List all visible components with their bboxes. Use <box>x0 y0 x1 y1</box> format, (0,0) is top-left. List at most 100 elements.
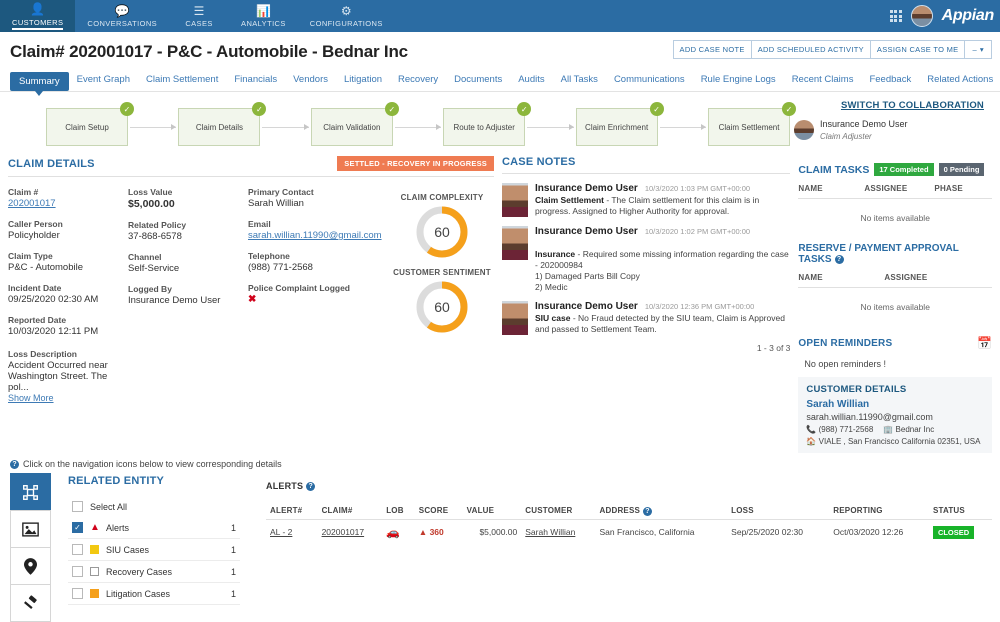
rail-litigation-button[interactable] <box>10 584 51 622</box>
list-item[interactable]: Litigation Cases 1 <box>68 583 240 605</box>
help-icon[interactable]: ? <box>10 459 19 469</box>
tab-related-actions[interactable]: Related Actions <box>919 70 1000 91</box>
milestone-connector <box>659 123 707 130</box>
related-entity-hint: ? Click on the navigation icons below to… <box>0 453 1000 473</box>
tab-rule-engine-logs[interactable]: Rule Engine Logs <box>693 70 784 91</box>
field-label: Claim # <box>8 187 39 197</box>
open-reminders-empty: No open reminders ! <box>804 359 886 369</box>
nav-item-configurations[interactable]: ⚙ CONFIGURATIONS <box>298 0 395 32</box>
show-more-link[interactable]: Show More <box>8 393 128 403</box>
field-label: Caller Person <box>8 219 63 229</box>
cell-alert-number[interactable]: AL - 2 <box>266 519 318 545</box>
tab-recovery[interactable]: Recovery <box>390 70 446 91</box>
list-item[interactable]: Recovery Cases 1 <box>68 561 240 583</box>
check-icon: ✓ <box>782 102 797 116</box>
milestone-claim-validation[interactable]: Claim Validation ✓ <box>310 102 399 146</box>
list-item[interactable]: ✓ ▲ Alerts 1 <box>68 517 240 539</box>
select-all-row[interactable]: Select All <box>68 496 240 517</box>
tab-feedback[interactable]: Feedback <box>861 70 919 91</box>
list-item[interactable]: SIU Cases 1 <box>68 539 240 561</box>
milestone-claim-details[interactable]: Claim Details ✓ <box>178 102 267 146</box>
select-all-checkbox[interactable] <box>72 501 83 512</box>
litigation-cases-checkbox[interactable] <box>72 588 83 599</box>
nav-item-conversations[interactable]: 💬 CONVERSATIONS <box>75 0 169 32</box>
avatar <box>794 120 814 140</box>
assign-case-to-me-button[interactable]: ASSIGN CASE TO ME <box>869 40 966 59</box>
location-pin-icon <box>24 557 37 575</box>
field-email: Email sarah.willian.11990@gmail.com <box>248 219 390 241</box>
col-score[interactable]: SCORE <box>414 503 463 520</box>
recovery-cases-checkbox[interactable] <box>72 566 83 577</box>
tab-all-tasks[interactable]: All Tasks <box>553 70 606 91</box>
nav-item-analytics[interactable]: 📊 ANALYTICS <box>229 0 298 32</box>
field-label: Email <box>248 219 271 229</box>
alerts-checkbox[interactable]: ✓ <box>72 522 83 533</box>
list-item-count: 1 <box>230 588 236 599</box>
building-icon: 🏢 <box>883 425 894 434</box>
note-timestamp: 10/3/2020 12:36 PM GMT+00:00 <box>644 302 755 312</box>
milestone-claim-settlement[interactable]: Claim Settlement ✓ <box>708 102 797 146</box>
table-row[interactable]: AL - 2 202001017 🚗 ▲ 360 $5,000.00 Sarah… <box>266 519 992 545</box>
case-note-item: Insurance Demo User 10/3/2020 1:02 PM GM… <box>502 226 790 292</box>
app-grid-icon[interactable] <box>889 10 902 22</box>
field-incident-date: Incident Date 09/25/2020 02:30 AM <box>8 283 128 305</box>
tab-communications[interactable]: Communications <box>606 70 693 91</box>
col-reporting[interactable]: REPORTING <box>829 503 929 520</box>
tab-claim-settlement[interactable]: Claim Settlement <box>138 70 226 91</box>
tab-summary[interactable]: Summary <box>10 72 69 96</box>
customer-name[interactable]: Sarah Willian <box>806 399 984 410</box>
switch-to-collaboration-link[interactable]: SWITCH TO COLLABORATION <box>794 100 984 111</box>
score-value: ▲ 360 <box>418 527 444 538</box>
reserve-tasks-title: RESERVE / PAYMENT APPROVAL TASKS? <box>798 243 992 265</box>
top-navigation-bar: 👤 CUSTOMERS 💬 CONVERSATIONS ☰ CASES 📊 AN… <box>0 0 1000 32</box>
rail-image-button[interactable] <box>10 510 51 548</box>
col-address[interactable]: ADDRESS? <box>595 503 728 520</box>
tab-financials[interactable]: Financials <box>226 70 285 91</box>
field-value[interactable]: 202001017 <box>8 198 128 209</box>
field-value: (988) 771-2568 <box>248 262 313 273</box>
calendar-add-icon[interactable]: 📅 <box>977 336 992 350</box>
list-icon: ☰ <box>193 3 205 18</box>
add-case-note-button[interactable]: ADD CASE NOTE <box>672 40 752 59</box>
more-actions-button[interactable]: – ▾ <box>964 40 992 59</box>
help-icon[interactable]: ? <box>306 482 316 492</box>
col-loss[interactable]: LOSS <box>727 503 830 520</box>
tab-audits[interactable]: Audits <box>510 70 552 91</box>
check-icon: ✓ <box>384 102 399 116</box>
tab-vendors[interactable]: Vendors <box>285 70 336 91</box>
cell-customer[interactable]: Sarah Willian <box>521 519 595 545</box>
user-avatar[interactable] <box>910 5 933 27</box>
nav-item-cases[interactable]: ☰ CASES <box>169 0 229 32</box>
nav-item-customers[interactable]: 👤 CUSTOMERS <box>0 0 76 32</box>
col-claim-number[interactable]: CLAIM# <box>317 503 383 520</box>
col-alert-number[interactable]: ALERT# <box>266 503 318 520</box>
car-icon: 🚗 <box>386 526 400 539</box>
note-subject: Claim Settlement <box>535 195 604 205</box>
milestone-claim-enrichment[interactable]: Claim Enrichment ✓ <box>575 102 664 146</box>
tab-recent-claims[interactable]: Recent Claims <box>784 70 862 91</box>
col-lob[interactable]: LOB <box>382 503 415 520</box>
rail-entity-button[interactable] <box>10 473 51 511</box>
tab-documents[interactable]: Documents <box>446 70 510 91</box>
milestone-claim-setup[interactable]: Claim Setup ✓ <box>46 102 134 146</box>
field-caller-person: Caller Person Policyholder <box>8 219 128 241</box>
rail-location-button[interactable] <box>10 547 51 585</box>
col-customer[interactable]: CUSTOMER <box>521 503 596 520</box>
column-phase: PHASE <box>934 184 963 193</box>
field-value[interactable]: sarah.willian.11990@gmail.com <box>248 230 390 241</box>
check-icon: ✓ <box>517 102 532 116</box>
entity-icon-rail <box>10 473 54 622</box>
add-scheduled-activity-button[interactable]: ADD SCHEDULED ACTIVITY <box>750 40 871 59</box>
tab-event-graph[interactable]: Event Graph <box>69 70 138 91</box>
col-value[interactable]: VALUE <box>462 503 522 520</box>
help-icon[interactable]: ? <box>834 254 844 264</box>
help-icon[interactable]: ? <box>643 506 653 516</box>
col-status[interactable]: STATUS <box>928 503 992 520</box>
milestone-route-to-adjuster[interactable]: Route to Adjuster ✓ <box>443 102 532 146</box>
cell-claim-number[interactable]: 202001017 <box>318 519 383 545</box>
note-subject: Insurance <box>535 248 576 259</box>
case-notes-pager[interactable]: 1 - 3 of 3 <box>502 343 791 353</box>
col-address-text: ADDRESS <box>599 506 641 516</box>
tab-litigation[interactable]: Litigation <box>336 70 390 91</box>
reserve-tasks-empty: No items available <box>860 302 930 312</box>
